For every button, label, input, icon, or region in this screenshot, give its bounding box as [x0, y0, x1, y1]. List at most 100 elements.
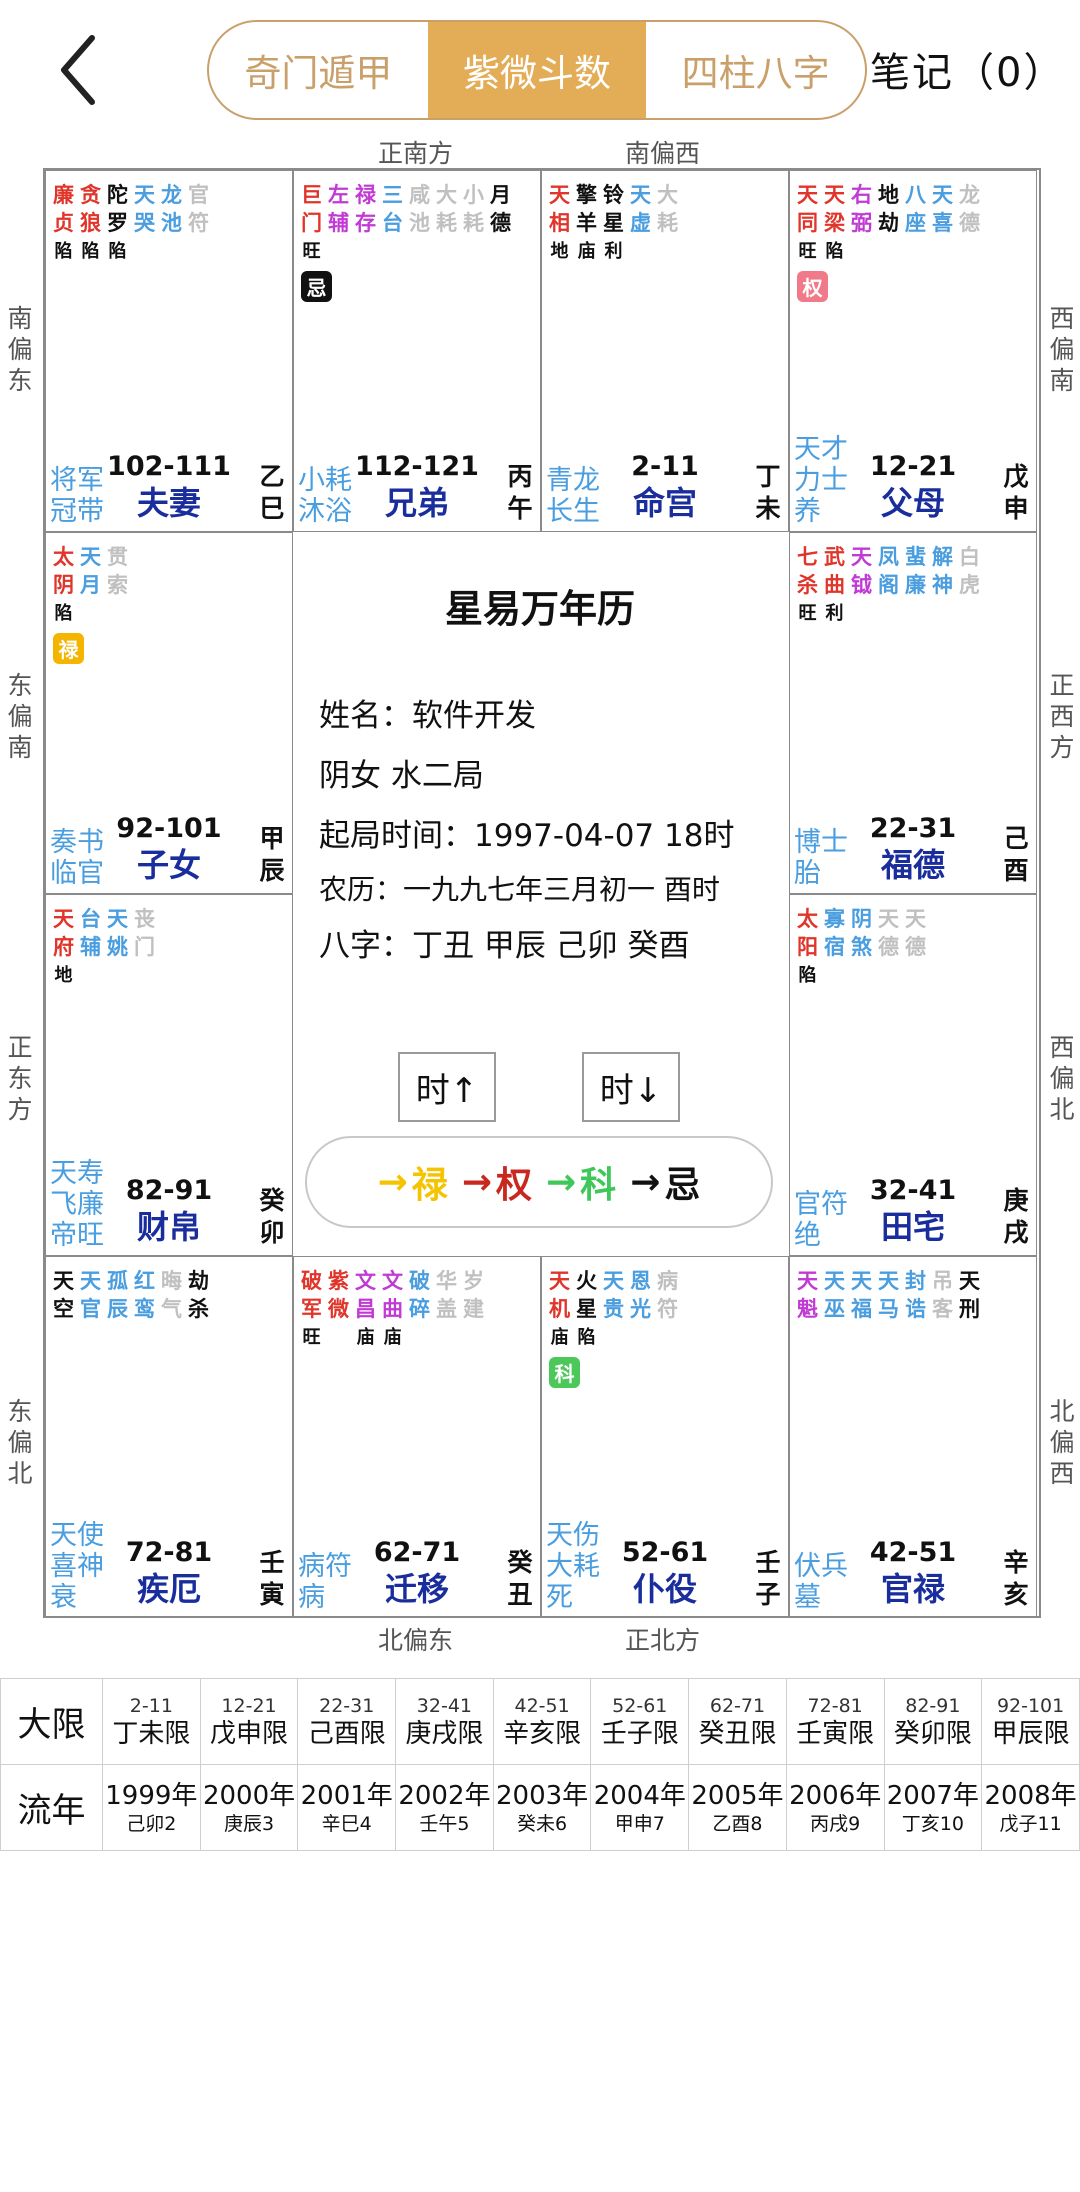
palace-fumu[interactable]: 天同旺天梁陷右弼地劫八座天喜龙德权天才 力士养 12-21 父母戊申: [789, 170, 1037, 532]
daxian-cell[interactable]: 22-31 己酉限: [297, 1678, 397, 1765]
star: 廉贞陷: [53, 183, 74, 262]
palace-jie[interactable]: 天空天官孤辰红鸾晦气劫杀天使 喜神衰 72-81 疾厄壬寅: [45, 1256, 293, 1618]
star-brightness: 地: [54, 965, 73, 986]
star: 太阴陷: [53, 545, 74, 624]
liunian-cell[interactable]: 2008年 戊子11: [981, 1764, 1080, 1851]
ganzhi: 壬子: [755, 1548, 781, 1609]
direction-left-3: 正东方: [7, 1033, 33, 1124]
star-list: 太阴陷天月贯索: [50, 543, 131, 625]
star: 破军旺: [301, 1269, 322, 1348]
palace-name: 仆役: [632, 1570, 697, 1608]
ganzhi: 戊申: [1003, 462, 1029, 523]
liunian-cell[interactable]: 2000年 庚辰3: [199, 1764, 299, 1851]
star: 武曲利: [824, 545, 845, 624]
palace-minggong[interactable]: 天相地擎羊庙铃星利天虚大耗青龙 长生 2-11 命宫丁未: [541, 170, 789, 532]
ganzhi: 辛亥: [1003, 1548, 1029, 1609]
palace-tianzhai[interactable]: 太阳陷寡宿阴煞天德天德官符绝 32-41 田宅庚戌: [789, 894, 1037, 1256]
star: 七杀旺: [797, 545, 818, 624]
daxian-cell[interactable]: 42-51 辛亥限: [492, 1678, 592, 1765]
star: 天贵: [603, 1269, 624, 1321]
direction-right-4: 北偏西: [1049, 1397, 1075, 1488]
sihua-badge: 权: [797, 271, 828, 302]
star-brightness: 庙: [550, 1327, 569, 1348]
star: 天刑: [959, 1269, 980, 1321]
star-list: 天同旺天梁陷右弼地劫八座天喜龙德: [794, 181, 983, 263]
star: 紫微: [328, 1269, 349, 1321]
liunian-cell[interactable]: 2002年 壬午5: [395, 1764, 494, 1851]
star: 华盖: [436, 1269, 457, 1321]
ganzhi: 丁未: [755, 462, 781, 523]
daxian-cell[interactable]: 82-91 癸卯限: [883, 1678, 983, 1765]
tab-qimen[interactable]: 奇门遁甲: [209, 22, 428, 118]
tab-bazi[interactable]: 四柱八字: [646, 22, 865, 118]
star: 铃星利: [603, 183, 624, 262]
liunian-cell[interactable]: 1999年 己卯2: [102, 1764, 201, 1851]
star: 岁建: [463, 1269, 484, 1321]
palace-name: 夫妻: [136, 484, 201, 522]
star: 小耗: [463, 183, 484, 235]
star-list: 天空天官孤辰红鸾晦气劫杀: [50, 1267, 212, 1323]
palace-caibo[interactable]: 天府地台辅天姚丧门天寿 飞廉 帝旺 82-91 财帛癸卯: [45, 894, 293, 1256]
direction-bottom-right: 正北方: [625, 1626, 701, 1655]
star: 天巫: [824, 1269, 845, 1321]
star: 台辅: [80, 907, 101, 959]
star: 八座: [905, 183, 926, 235]
star: 龙德: [959, 183, 980, 235]
daxian-cell[interactable]: 2-11 丁未限: [102, 1678, 201, 1765]
palace-name: 父母: [880, 484, 945, 522]
star: 吊客: [932, 1269, 953, 1321]
daxian-cell[interactable]: 72-81 壬寅限: [785, 1678, 885, 1765]
liunian-cell[interactable]: 2006年 丙戌9: [785, 1764, 885, 1851]
palace-name: 福德: [880, 846, 945, 884]
star: 天哭: [134, 183, 155, 235]
fortune-table: 大限 2-11 丁未限 12-21 戊申限 22-31 己酉限 32-41 庚戌限 42-51 辛…: [0, 1678, 1080, 1851]
ganzhi: 庚戌: [1003, 1186, 1029, 1247]
hour-up-button[interactable]: 时↑: [398, 1052, 496, 1122]
liunian-row: 流年 1999年 己卯2 2000年 庚辰3 2001年 辛巳4 2002年 壬午5 2003年…: [0, 1764, 1080, 1851]
direction-right-3: 西偏北: [1049, 1033, 1075, 1124]
daxian-cell[interactable]: 12-21 戊申限: [199, 1678, 299, 1765]
liunian-cell[interactable]: 2003年 癸未6: [492, 1764, 592, 1851]
liunian-cell[interactable]: 2007年 丁亥10: [883, 1764, 983, 1851]
daxian-cell[interactable]: 32-41 庚戌限: [395, 1678, 494, 1765]
ganzhi: 丙午: [507, 462, 533, 523]
back-button[interactable]: [50, 30, 110, 110]
star: 贪狼陷: [80, 183, 101, 262]
palace-fuqi[interactable]: 廉贞陷贪狼陷陀罗陷天哭龙池官符将军 冠带 102-111 夫妻乙巳: [45, 170, 293, 532]
star: 病符: [657, 1269, 678, 1321]
liunian-cell[interactable]: 2005年 乙酉8: [688, 1764, 787, 1851]
star: 贯索: [107, 545, 128, 597]
daxian-cell[interactable]: 52-61 壬子限: [590, 1678, 690, 1765]
palace-name: 官禄: [880, 1570, 945, 1608]
sihua-badge: 忌: [301, 271, 332, 302]
direction-top-left: 正南方: [378, 139, 454, 168]
palace-qianyi[interactable]: 破军旺紫微文昌庙文曲庙破碎华盖岁建病符病 62-71 迁移癸丑: [293, 1256, 541, 1618]
sihua-arrow: →: [461, 1161, 492, 1203]
palace-puyi[interactable]: 天机庙火星陷天贵恩光病符科天伤 大耗死 52-61 仆役壬子: [541, 1256, 789, 1618]
star: 官符: [188, 183, 209, 235]
tab-ziwei[interactable]: 紫微斗数: [427, 22, 647, 118]
star-brightness: 旺: [798, 603, 817, 624]
star: 破碎: [409, 1269, 430, 1321]
star-list: 天相地擎羊庙铃星利天虚大耗: [546, 181, 681, 263]
star-brightness: 旺: [798, 241, 817, 262]
star: 天空: [53, 1269, 74, 1321]
palace-zinv[interactable]: 太阴陷天月贯索禄奏书 临官 92-101 子女甲辰: [45, 532, 293, 894]
direction-right-1: 西偏南: [1049, 304, 1075, 395]
palace-fude[interactable]: 七杀旺武曲利天钺凤阁蜚廉解神白虎博士胎 22-31 福德己酉: [789, 532, 1037, 894]
palace-xiongdi[interactable]: 巨门旺左辅禄存三台咸池大耗小耗月德忌小耗 沐浴 112-121 兄弟丙午: [293, 170, 541, 532]
star-brightness: 利: [825, 603, 844, 624]
star: 巨门旺: [301, 183, 322, 262]
palace-name: 财帛: [136, 1208, 201, 1246]
daxian-cell[interactable]: 92-101 甲辰限: [981, 1678, 1080, 1765]
daxian-cell[interactable]: 62-71 癸丑限: [688, 1678, 787, 1765]
sihua-arrow: →: [630, 1161, 661, 1203]
liunian-cell[interactable]: 2004年 甲申7: [590, 1764, 690, 1851]
star-brightness: 陷: [825, 241, 844, 262]
palace-guanlu[interactable]: 天魁天巫天福天马封诰吊客天刑伏兵墓 42-51 官禄辛亥: [789, 1256, 1037, 1618]
star: 天月: [80, 545, 101, 597]
palace-name: 迁移: [384, 1570, 449, 1608]
hour-down-button[interactable]: 时↓: [582, 1052, 680, 1122]
notes-button[interactable]: 笔记（0）: [870, 40, 1065, 98]
liunian-cell[interactable]: 2001年 辛巳4: [297, 1764, 397, 1851]
